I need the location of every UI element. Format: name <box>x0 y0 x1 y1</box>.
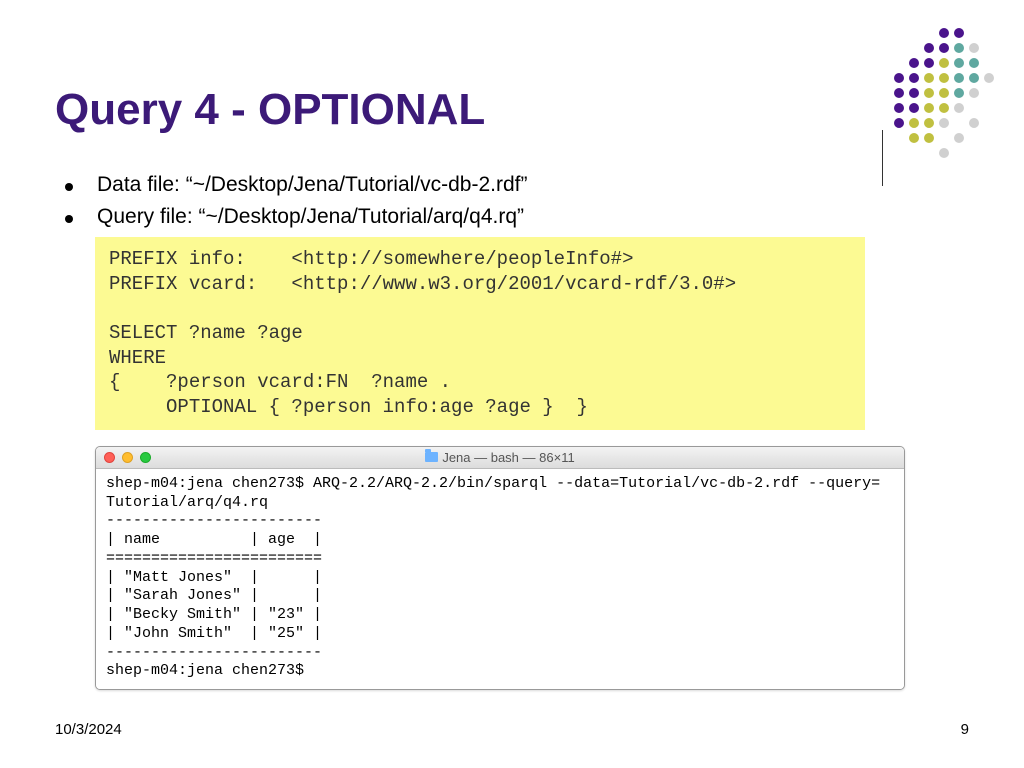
sparql-code-block: PREFIX info: <http://somewhere/peopleInf… <box>95 237 865 430</box>
terminal-title: Jena — bash — 86×11 <box>96 450 904 465</box>
bullet-text: Data file: “~/Desktop/Jena/Tutorial/vc-d… <box>97 173 527 197</box>
footer-date: 10/3/2024 <box>55 721 122 738</box>
terminal-body: shep-m04:jena chen273$ ARQ-2.2/ARQ-2.2/b… <box>96 469 904 689</box>
window-controls <box>104 452 151 463</box>
close-icon[interactable] <box>104 452 115 463</box>
bullet-list: Data file: “~/Desktop/Jena/Tutorial/vc-d… <box>65 173 969 229</box>
bullet-item: Query file: “~/Desktop/Jena/Tutorial/arq… <box>65 205 969 229</box>
terminal-window: Jena — bash — 86×11 shep-m04:jena chen27… <box>95 446 905 690</box>
zoom-icon[interactable] <box>140 452 151 463</box>
slide-title: Query 4 - OPTIONAL <box>55 85 969 135</box>
slide-content: Query 4 - OPTIONAL Data file: “~/Desktop… <box>55 85 969 690</box>
slide-footer: 10/3/2024 9 <box>55 721 969 738</box>
bullet-text: Query file: “~/Desktop/Jena/Tutorial/arq… <box>97 205 524 229</box>
bullet-item: Data file: “~/Desktop/Jena/Tutorial/vc-d… <box>65 173 969 197</box>
bullet-icon <box>65 183 73 191</box>
footer-page: 9 <box>961 721 969 738</box>
terminal-titlebar: Jena — bash — 86×11 <box>96 447 904 469</box>
terminal-title-text: Jena — bash — 86×11 <box>442 450 574 465</box>
folder-icon <box>425 452 438 462</box>
minimize-icon[interactable] <box>122 452 133 463</box>
bullet-icon <box>65 215 73 223</box>
